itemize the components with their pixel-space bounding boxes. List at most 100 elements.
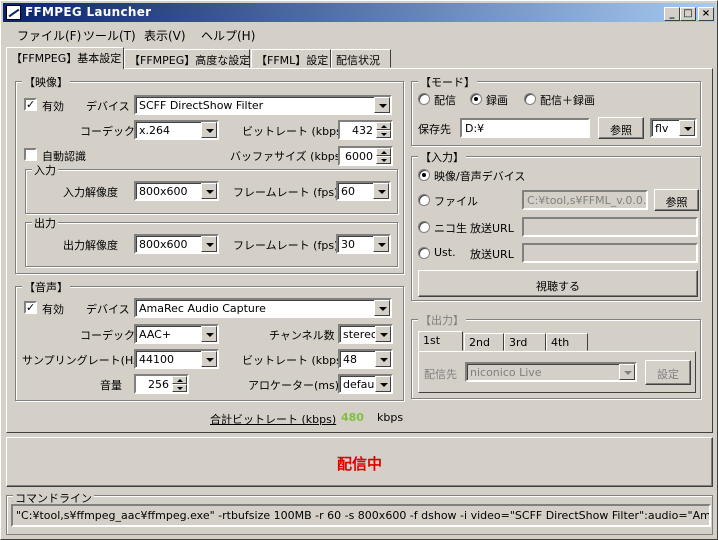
video-device-select[interactable]: SCFF DirectShow Filter	[134, 95, 392, 115]
video-device-label: デバイス	[86, 100, 130, 113]
application-window: FFMPEG Launcher _ □ × ファイル(F) ツール(T) 表示(…	[0, 0, 718, 540]
audio-allocator-label: アロケーター(ms)	[248, 379, 340, 392]
total-bitrate-unit: kbps	[377, 411, 404, 424]
chevron-down-icon	[619, 364, 635, 380]
input-radio-file[interactable]	[418, 194, 430, 206]
chevron-down-icon	[373, 183, 389, 199]
title-bar[interactable]: FFMPEG Launcher _ □ ×	[3, 3, 715, 22]
mode-group-title: 【モード】	[418, 74, 477, 90]
output-settings-button[interactable]: 設定	[645, 360, 691, 385]
audio-device-select[interactable]: AmaRec Audio Capture	[134, 298, 392, 318]
window-title: FFMPEG Launcher	[25, 5, 152, 19]
video-bitrate-label: ビットレート (kbps)	[242, 125, 347, 138]
tab-ffml-settings[interactable]: 【FFML】設定	[251, 49, 331, 68]
output-framerate-select[interactable]: 30	[336, 234, 391, 254]
chevron-down-icon	[201, 183, 217, 199]
video-buffer-spinner[interactable]: 6000	[338, 146, 393, 166]
mode-radio-both[interactable]	[524, 93, 536, 105]
input-radio-ust[interactable]	[418, 247, 430, 259]
menu-help[interactable]: ヘルプ(H)	[201, 27, 255, 44]
video-codec-select[interactable]: x.264	[134, 120, 219, 140]
mode-radio-record[interactable]	[470, 93, 482, 105]
input-framerate-select[interactable]: 60	[336, 181, 391, 201]
spin-up-icon[interactable]	[376, 148, 391, 156]
input-radio-device[interactable]	[418, 169, 430, 181]
output-resolution-select[interactable]: 800x600	[134, 234, 219, 254]
menu-tools[interactable]: ツール(T)	[83, 27, 136, 44]
video-enabled-checkbox[interactable]: ✓	[24, 98, 37, 111]
chevron-down-icon	[201, 236, 217, 252]
spin-down-icon[interactable]	[376, 130, 391, 138]
save-path-input[interactable]: D:¥	[460, 118, 590, 138]
autodetect-checkbox[interactable]	[24, 148, 37, 161]
input-file-path[interactable]: C:¥tool,s¥FFML_v.0.0.1.1	[522, 190, 648, 210]
audio-samplerate-label: サンプリングレート(Hz)	[22, 354, 144, 367]
input-browse-button[interactable]: 参照	[654, 189, 699, 211]
spin-down-icon[interactable]	[172, 384, 187, 392]
tab-ffmpeg-basic[interactable]: 【FFMPEG】基本設定	[6, 47, 124, 69]
audio-bitrate-select[interactable]: 48	[338, 349, 393, 369]
spin-down-icon[interactable]	[376, 156, 391, 164]
mode-group: 【モード】 配信 録画 配信＋録画 保存先 D:¥ 参照 flv	[411, 74, 701, 146]
audio-channels-select[interactable]: stereo	[338, 324, 393, 344]
total-bitrate-label: 合計ビットレート (kbps)	[210, 413, 337, 426]
audio-group: 【音声】 ✓ 有効 デバイス AmaRec Audio Capture コーデッ…	[15, 279, 404, 401]
output-framerate-label: フレームレート (fps)	[233, 239, 339, 252]
video-input-group: 入力 入力解像度 800x600 フレームレート (fps) 60	[25, 162, 398, 214]
minimize-button[interactable]: _	[664, 7, 680, 21]
stream-status-label: 配信中	[336, 455, 382, 473]
input-resolution-label: 入力解像度	[63, 186, 118, 199]
chevron-down-icon	[374, 97, 390, 113]
audio-enabled-checkbox[interactable]: ✓	[24, 301, 37, 314]
chevron-down-icon	[679, 120, 695, 136]
audio-volume-spinner[interactable]: 256	[134, 374, 189, 394]
save-path-label: 保存先	[418, 123, 451, 136]
output-tab-3rd[interactable]: 3rd	[504, 333, 546, 351]
chevron-down-icon	[375, 326, 391, 342]
video-output-title: 出力	[32, 215, 58, 231]
menu-view[interactable]: 表示(V)	[144, 27, 186, 44]
output-group-title: 【出力】	[418, 312, 466, 328]
chevron-down-icon	[373, 236, 389, 252]
tab-stream-status[interactable]: 配信状況	[331, 49, 391, 68]
output-dest-select[interactable]: niconico Live	[465, 362, 637, 382]
audio-codec-select[interactable]: AAC+	[134, 324, 219, 344]
spin-up-icon[interactable]	[376, 122, 391, 130]
video-enabled-label: 有効	[42, 100, 64, 113]
menu-file[interactable]: ファイル(F)	[17, 27, 81, 44]
watch-button[interactable]: 視聴する	[418, 270, 698, 297]
input-file-label: ファイル	[434, 195, 478, 208]
video-codec-label: コーデック	[80, 125, 135, 138]
tab-ffmpeg-advanced[interactable]: 【FFMPEG】高度な設定	[124, 49, 250, 68]
output-tab-panel: 配信先 niconico Live 設定	[418, 351, 696, 393]
video-bitrate-spinner[interactable]: 432	[338, 120, 393, 140]
input-nico-label: ニコ生	[434, 222, 467, 235]
audio-allocator-select[interactable]: default	[338, 374, 393, 394]
close-button[interactable]: ×	[698, 7, 714, 21]
app-icon	[6, 5, 21, 20]
maximize-button[interactable]: □	[680, 7, 696, 21]
input-device-label: 映像/音声デバイス	[434, 170, 526, 183]
audio-samplerate-select[interactable]: 44100	[134, 349, 219, 369]
spin-up-icon[interactable]	[172, 376, 187, 384]
format-select[interactable]: flv	[650, 118, 697, 138]
command-line-field[interactable]: "C:¥tool,s¥ffmpeg_aac¥ffmpeg.exe" -rtbuf…	[11, 504, 711, 527]
tab-panel: 【映像】 ✓ 有効 デバイス SCFF DirectShow Filter コー…	[6, 68, 713, 433]
nico-url-input[interactable]	[522, 217, 698, 237]
output-tab-4th[interactable]: 4th	[546, 333, 588, 351]
input-resolution-select[interactable]: 800x600	[134, 181, 219, 201]
total-bitrate-value: 480	[341, 411, 364, 424]
chevron-down-icon	[201, 122, 217, 138]
ust-url-input[interactable]	[522, 243, 698, 263]
audio-device-label: デバイス	[86, 303, 130, 316]
mode-radio-stream[interactable]	[418, 93, 430, 105]
stream-toggle-button[interactable]: 配信中	[6, 437, 713, 487]
output-tab-1st[interactable]: 1st	[418, 331, 463, 351]
input-radio-nico[interactable]	[418, 221, 430, 233]
nico-url-label: 放送URL	[470, 222, 514, 235]
output-tab-2nd[interactable]: 2nd	[464, 333, 504, 351]
audio-volume-label: 音量	[100, 379, 122, 392]
audio-group-title: 【音声】	[22, 279, 70, 295]
save-browse-button[interactable]: 参照	[598, 117, 644, 139]
audio-enabled-label: 有効	[42, 303, 64, 316]
